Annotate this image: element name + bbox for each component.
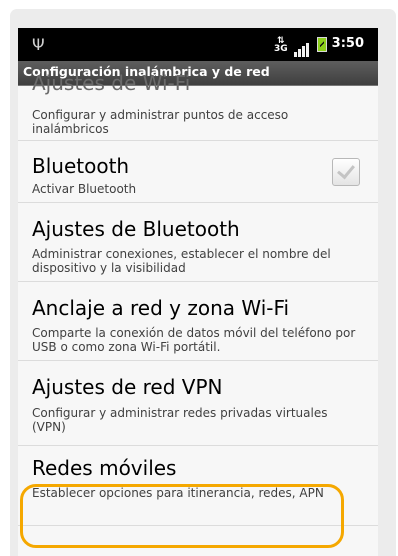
list-item-subtitle: Establecer opciones para itinerancia, re…: [32, 486, 324, 500]
list-item-title: Anclaje a red y zona Wi-Fi: [32, 296, 290, 320]
list-item-title: Ajustes de Wi-Fi: [32, 71, 191, 95]
network-type-icon: ⇅ 3G: [274, 37, 288, 54]
list-item-subtitle: Activar Bluetooth: [32, 182, 137, 196]
list-item-subtitle: Configurar y administrar redes privadas …: [32, 406, 328, 434]
list-item-tethering-hotspot[interactable]: Anclaje a red y zona Wi-Fi Comparte la c…: [18, 282, 378, 361]
bluetooth-checkbox[interactable]: [332, 158, 360, 186]
list-item-bluetooth-settings[interactable]: Ajustes de Bluetooth Administrar conexio…: [18, 203, 378, 282]
list-item-mobile-networks[interactable]: Redes móviles Establecer opciones para i…: [18, 446, 378, 526]
usb-debug-icon: Ψ: [32, 35, 45, 54]
phone-screen: Ψ ⇅ 3G 3:50 Configuración inalámbrica y …: [18, 28, 378, 556]
list-item-title: Bluetooth: [32, 154, 130, 178]
status-clock: 3:50: [331, 36, 364, 51]
status-bar: Ψ ⇅ 3G 3:50: [18, 28, 378, 61]
list-item-bluetooth[interactable]: Bluetooth Activar Bluetooth: [18, 141, 378, 203]
list-item-subtitle: Comparte la conexión de datos móvil del …: [32, 326, 356, 354]
network-type-label: 3G: [274, 44, 288, 54]
list-item-subtitle: Administrar conexiones, establecer el no…: [32, 247, 331, 275]
list-item-title: Ajustes de Bluetooth: [32, 217, 240, 241]
settings-list[interactable]: Ajustes de Wi-Fi Configurar y administra…: [18, 71, 378, 526]
list-item-title: Ajustes de red VPN: [32, 375, 223, 399]
battery-charging-icon: [317, 37, 327, 52]
list-item-subtitle: Configurar y administrar puntos de acces…: [32, 108, 289, 136]
list-item-vpn-settings[interactable]: Ajustes de red VPN Configurar y administ…: [18, 361, 378, 446]
list-item-title: Redes móviles: [32, 456, 177, 480]
signal-strength-icon: [294, 38, 310, 57]
list-item-wifi-settings[interactable]: Ajustes de Wi-Fi Configurar y administra…: [18, 71, 378, 141]
